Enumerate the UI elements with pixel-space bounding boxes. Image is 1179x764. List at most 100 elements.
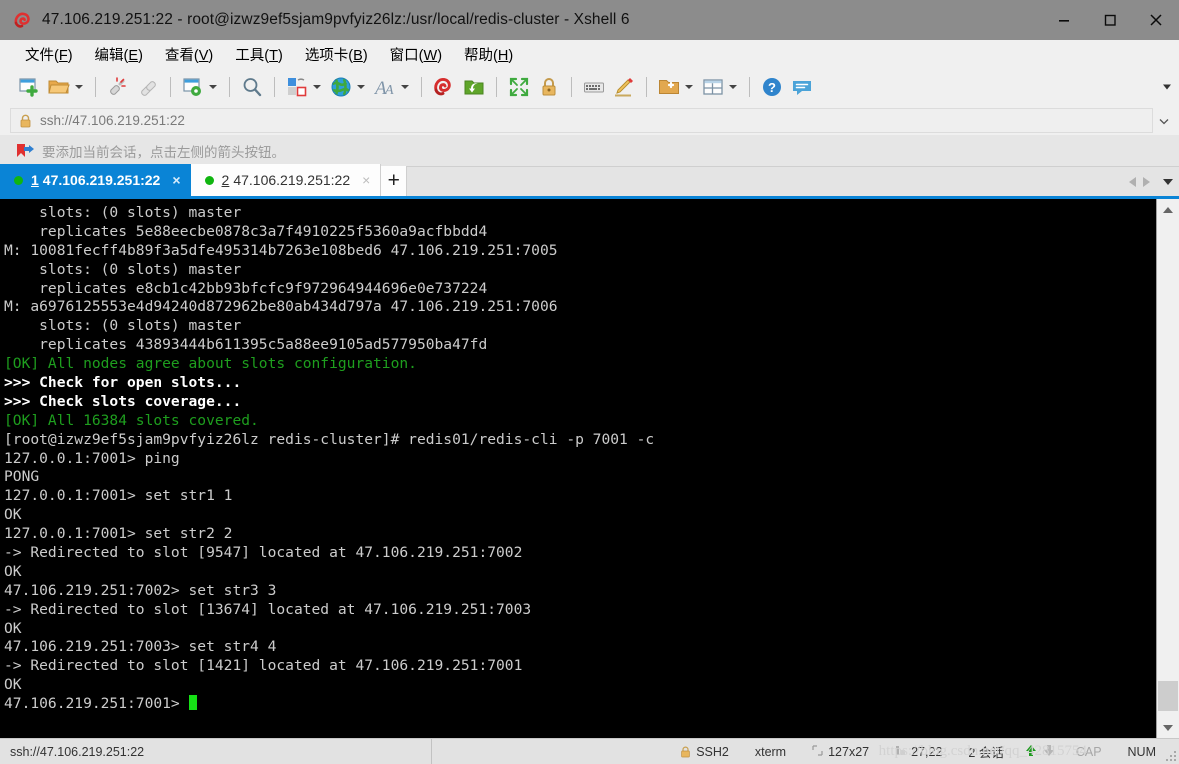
toolbar-highlight-button[interactable] xyxy=(609,72,639,102)
toolbar-xftp-button[interactable] xyxy=(459,72,489,102)
toolbar-new-folder-button[interactable] xyxy=(654,72,698,102)
status-indicators: SSH2 xterm 127x27 27,22 2 会话 CAP NUM xyxy=(432,742,1179,761)
menu-label: 文件( xyxy=(25,47,59,64)
toolbar-fullscreen-button[interactable] xyxy=(504,72,534,102)
terminal-line: replicates 43893444b611395c5a88ee9105ad5… xyxy=(4,336,1156,355)
chevron-down-icon[interactable] xyxy=(209,85,217,89)
scroll-thumb[interactable] xyxy=(1158,681,1178,711)
terminal-output[interactable]: slots: (0 slots) master replicates 5e88e… xyxy=(0,199,1156,738)
toolbar-lock-button[interactable] xyxy=(534,72,564,102)
chevron-down-icon[interactable] xyxy=(401,85,409,89)
toolbar-help-button[interactable]: ? xyxy=(757,72,787,102)
terminal-line-text: 127.0.0.1:7001> ping xyxy=(4,449,180,467)
resize-grip[interactable] xyxy=(1166,751,1176,761)
toolbar-feedback-button[interactable] xyxy=(787,72,817,102)
status-terminal-type: xterm xyxy=(742,745,799,759)
toolbar-disconnect-button[interactable] xyxy=(103,72,133,102)
tab-list-chevron-down-icon[interactable] xyxy=(1163,178,1173,185)
close-button[interactable] xyxy=(1133,0,1179,40)
toolbar-new-session-button[interactable] xyxy=(14,72,44,102)
toolbar-overflow-chevron-icon[interactable] xyxy=(1163,84,1171,90)
svg-text:?: ? xyxy=(768,80,776,95)
toolbar-session-properties-button[interactable] xyxy=(178,72,222,102)
notification-bar: 要添加当前会话，点击左侧的箭头按钮。 xyxy=(0,135,1179,167)
terminal-line: slots: (0 slots) master xyxy=(4,204,1156,223)
terminal-line: 47.106.219.251:7002> set str3 3 xyxy=(4,582,1156,601)
disconnect-icon xyxy=(106,75,130,99)
new-session-icon xyxy=(17,75,41,99)
status-protocol-text: SSH2 xyxy=(696,744,729,759)
chevron-down-icon[interactable] xyxy=(729,85,737,89)
toolbar-separator xyxy=(170,77,171,97)
terminal-scrollbar[interactable] xyxy=(1156,199,1179,738)
minimize-button[interactable] xyxy=(1041,0,1087,40)
copy-paste-icon xyxy=(285,75,309,99)
toolbar-font-button[interactable]: A A xyxy=(370,72,414,102)
status-num-text: NUM xyxy=(1127,744,1156,759)
menu-item-help[interactable]: 帮助(H) xyxy=(453,41,524,68)
toolbar-encoding-button[interactable] xyxy=(326,72,370,102)
terminal-line-text: slots: (0 slots) master xyxy=(4,204,242,221)
terminal-line-text: [OK] All 16384 slots covered. xyxy=(4,411,259,429)
menu-item-file[interactable]: 文件(F) xyxy=(14,41,84,68)
terminal-line-text: replicates 43893444b611395c5a88ee9105ad5… xyxy=(4,336,488,354)
tab-close-icon[interactable]: × xyxy=(160,173,180,187)
chevron-down-icon[interactable] xyxy=(685,85,693,89)
scroll-up-button[interactable] xyxy=(1157,199,1179,220)
new-tab-button[interactable]: + xyxy=(381,166,408,196)
terminal-line-text: slots: (0 slots) master xyxy=(4,317,242,335)
tab-session-1[interactable]: 1 47.106.219.251:22 × xyxy=(0,164,191,196)
chevron-down-icon[interactable] xyxy=(357,85,365,89)
chevron-left-icon[interactable] xyxy=(1129,176,1136,187)
toolbar-separator xyxy=(421,77,422,97)
terminal-line-text: >>> Check slots coverage... xyxy=(4,392,242,410)
menu-accel: H xyxy=(497,47,509,64)
address-input[interactable]: ssh://47.106.219.251:22 xyxy=(10,108,1153,133)
status-sessions: 2 会话 xyxy=(955,742,1016,761)
chevron-down-icon[interactable] xyxy=(75,85,83,89)
toolbar-copy-paste-button[interactable] xyxy=(282,72,326,102)
status-path-text: ssh://47.106.219.251:22 xyxy=(10,744,145,759)
terminal-line: -> Redirected to slot [13674] located at… xyxy=(4,601,1156,620)
address-dropdown-button[interactable] xyxy=(1153,115,1175,127)
transfer-down-icon xyxy=(1043,744,1055,760)
toolbar-find-button[interactable] xyxy=(237,72,267,102)
tab-label: 47.106.219.251:22 xyxy=(233,172,351,188)
chevron-right-icon[interactable] xyxy=(1143,176,1150,187)
menu-item-edit[interactable]: 编辑(E) xyxy=(84,41,154,68)
tab-session-2[interactable]: 2 47.106.219.251:22 × xyxy=(190,164,382,196)
toolbar-reconnect-button[interactable] xyxy=(133,72,163,102)
connected-status-icon xyxy=(204,175,214,185)
toolbar-layout-button[interactable] xyxy=(698,72,742,102)
terminal-line-text: PONG xyxy=(4,468,40,486)
lock-icon xyxy=(19,114,32,128)
chevron-down-icon[interactable] xyxy=(313,85,321,89)
terminal-line: replicates 5e88eecbe0878c3a7f4910225f536… xyxy=(4,223,1156,242)
terminal-line-text: -> Redirected to slot [1421] located at … xyxy=(4,657,523,675)
menu-item-view[interactable]: 查看(V) xyxy=(154,41,224,68)
menu-item-tabs[interactable]: 选项卡(B) xyxy=(294,41,379,68)
terminal-line: 47.106.219.251:7001> xyxy=(4,695,1156,714)
menu-paren: ) xyxy=(277,47,283,64)
status-cursor-position: 27,22 xyxy=(882,745,955,759)
scroll-down-button[interactable] xyxy=(1157,717,1179,738)
toolbar-xshell-button[interactable] xyxy=(429,72,459,102)
maximize-button[interactable] xyxy=(1087,0,1133,40)
scroll-track[interactable] xyxy=(1157,220,1179,717)
toolbar-keyboard-button[interactable] xyxy=(579,72,609,102)
new-folder-icon xyxy=(657,75,681,99)
xftp-icon xyxy=(462,75,486,99)
toolbar: A A ? xyxy=(0,68,1179,106)
menu-item-tools[interactable]: 工具(T) xyxy=(224,41,294,68)
toolbar-separator xyxy=(95,77,96,97)
connected-status-icon xyxy=(14,175,23,185)
tab-close-icon[interactable]: × xyxy=(350,173,370,187)
window-controls xyxy=(1041,0,1179,40)
terminal-line-text: 127.0.0.1:7001> set str2 2 xyxy=(4,525,233,543)
terminal-line-text: OK xyxy=(4,619,22,637)
title-bar: 47.106.219.251:22 - root@izwz9ef5sjam9pv… xyxy=(0,0,1179,40)
xshell-logo-icon xyxy=(432,75,456,99)
toolbar-open-folder-button[interactable] xyxy=(44,72,88,102)
toolbar-separator xyxy=(571,77,572,97)
menu-item-window[interactable]: 窗口(W) xyxy=(379,41,453,68)
